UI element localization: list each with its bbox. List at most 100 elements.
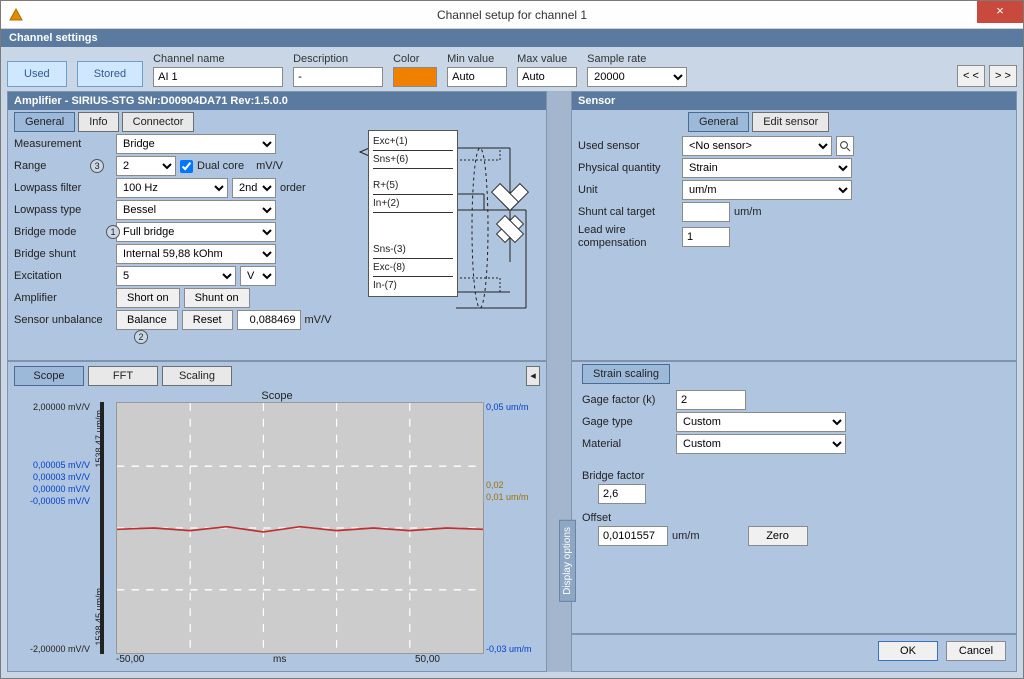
tab-scope[interactable]: Scope (14, 366, 84, 386)
color-label: Color (393, 53, 437, 65)
y-right-mid1: 0,02 (486, 480, 504, 490)
ok-button[interactable]: OK (878, 641, 938, 661)
tab-connector[interactable]: Connector (122, 112, 195, 132)
unit-label: Unit (578, 184, 678, 196)
bridge-factor-input[interactable] (598, 484, 646, 504)
scope-plot[interactable] (116, 402, 484, 654)
x-mid: ms (144, 654, 415, 665)
y-bot: -2,00000 mV/V (30, 644, 90, 654)
sensor-tab-general[interactable]: General (688, 112, 749, 132)
measurement-select[interactable]: Bridge (116, 134, 276, 154)
bridge-factor-label: Bridge factor (582, 470, 1006, 482)
description-label: Description (293, 53, 383, 65)
shunt-target-label: Shunt cal target (578, 206, 678, 218)
pin-rp: R+(5) (373, 177, 453, 195)
lowpass-type-label: Lowpass type (14, 204, 112, 216)
used-button[interactable]: Used (7, 61, 67, 87)
color-swatch[interactable] (393, 67, 437, 87)
lead-wire-label: Lead wire compensation (578, 224, 678, 250)
tab-fft[interactable]: FFT (88, 366, 158, 386)
unbalance-value[interactable] (237, 310, 301, 330)
shunt-on-button[interactable]: Shunt on (184, 288, 250, 308)
collapse-arrow-icon[interactable]: ◂ (526, 366, 540, 386)
pin-excp: Exc+(1) (373, 133, 453, 151)
gage-type-select[interactable]: Custom (676, 412, 846, 432)
shunt-target-unit: um/m (734, 206, 762, 218)
used-sensor-select[interactable]: <No sensor> (682, 136, 832, 156)
amplifier-title: Amplifier - SIRIUS-STG SNr:D00904DA71 Re… (8, 92, 546, 110)
lead-wire-input[interactable] (682, 227, 730, 247)
y-top: 2,00000 mV/V (33, 402, 90, 412)
annot-2: 2 (134, 330, 148, 344)
bridge-shunt-select[interactable]: Internal 59,88 kOhm (116, 244, 276, 264)
reset-button[interactable]: Reset (182, 310, 233, 330)
annot-3: 3 (90, 159, 104, 173)
y-left-2: 0,00000 mV/V (33, 484, 90, 494)
bridge-shunt-label: Bridge shunt (14, 248, 112, 260)
lowpass-type-select[interactable]: Bessel (116, 200, 276, 220)
measurement-label: Measurement (14, 138, 112, 150)
cancel-button[interactable]: Cancel (946, 641, 1006, 661)
next-channel-button[interactable]: > > (989, 65, 1017, 87)
sensor-title: Sensor (572, 92, 1016, 110)
annot-1: 1 (106, 225, 120, 239)
unit-select[interactable]: um/m (682, 180, 852, 200)
balance-button[interactable]: Balance (116, 310, 178, 330)
tab-strain-scaling[interactable]: Strain scaling (582, 364, 670, 384)
excitation-value-select[interactable]: 5 (116, 266, 236, 286)
max-input[interactable] (517, 67, 577, 87)
section-channel-settings: Channel settings (1, 29, 1023, 47)
max-label: Max value (517, 53, 577, 65)
zero-button[interactable]: Zero (748, 526, 808, 546)
shunt-target-input[interactable] (682, 202, 730, 222)
top-row: Used Stored Channel name Description Col… (7, 53, 1017, 87)
search-icon[interactable] (836, 136, 854, 156)
description-input[interactable] (293, 67, 383, 87)
bridge-mode-label: Bridge mode (14, 226, 112, 238)
gage-k-input[interactable] (676, 390, 746, 410)
tab-general[interactable]: General (14, 112, 75, 132)
min-input[interactable] (447, 67, 507, 87)
used-sensor-label: Used sensor (578, 140, 678, 152)
order-label: order (280, 182, 306, 194)
material-select[interactable]: Custom (676, 434, 846, 454)
display-options-tab[interactable]: Display options (559, 520, 576, 602)
gage-type-label: Gage type (582, 416, 672, 428)
stored-button[interactable]: Stored (77, 61, 143, 87)
prev-channel-button[interactable]: < < (957, 65, 985, 87)
lowpass-order-select[interactable]: 2nd (232, 178, 276, 198)
lowpass-freq-select[interactable]: 100 Hz (116, 178, 228, 198)
excitation-label: Excitation (14, 270, 112, 282)
sensor-tab-edit[interactable]: Edit sensor (752, 112, 829, 132)
app-icon (9, 8, 23, 22)
physical-qty-select[interactable]: Strain (682, 158, 852, 178)
gage-k-label: Gage factor (k) (582, 394, 672, 406)
physical-qty-label: Physical quantity (578, 162, 678, 174)
vbar-top: 1538,47 um/m (94, 410, 104, 468)
pin-snsp: Sns+(6) (373, 151, 453, 169)
pin-excn: Exc-(8) (373, 259, 453, 277)
dualcore-label: Dual core (197, 160, 244, 172)
range-unit: mV/V (256, 160, 283, 172)
sensor-unbalance-label: Sensor unbalance (14, 314, 112, 326)
close-button[interactable]: × (977, 1, 1023, 23)
offset-input[interactable] (598, 526, 668, 546)
sample-rate-select[interactable]: 20000 (587, 67, 687, 87)
channel-name-input[interactable] (153, 67, 283, 87)
x-right: 50,00 (415, 654, 440, 665)
excitation-unit-select[interactable]: V (240, 266, 276, 286)
amplifier-label: Amplifier (14, 292, 112, 304)
tab-info[interactable]: Info (78, 112, 118, 132)
material-label: Material (582, 438, 672, 450)
window-title: Channel setup for channel 1 (437, 8, 587, 22)
range-select[interactable]: 2 (116, 156, 176, 176)
unbalance-unit: mV/V (305, 314, 332, 326)
pin-snsn: Sns-(3) (373, 241, 453, 259)
pin-inp: In+(2) (373, 195, 453, 213)
tab-scaling[interactable]: Scaling (162, 366, 232, 386)
dualcore-checkbox[interactable] (180, 160, 193, 173)
short-on-button[interactable]: Short on (116, 288, 180, 308)
bridge-mode-select[interactable]: Full bridge (116, 222, 276, 242)
pin-list: Exc+(1) Sns+(6) R+(5) In+(2) Sns-(3) Exc… (368, 130, 458, 297)
y-left-0: 0,00005 mV/V (33, 460, 90, 470)
